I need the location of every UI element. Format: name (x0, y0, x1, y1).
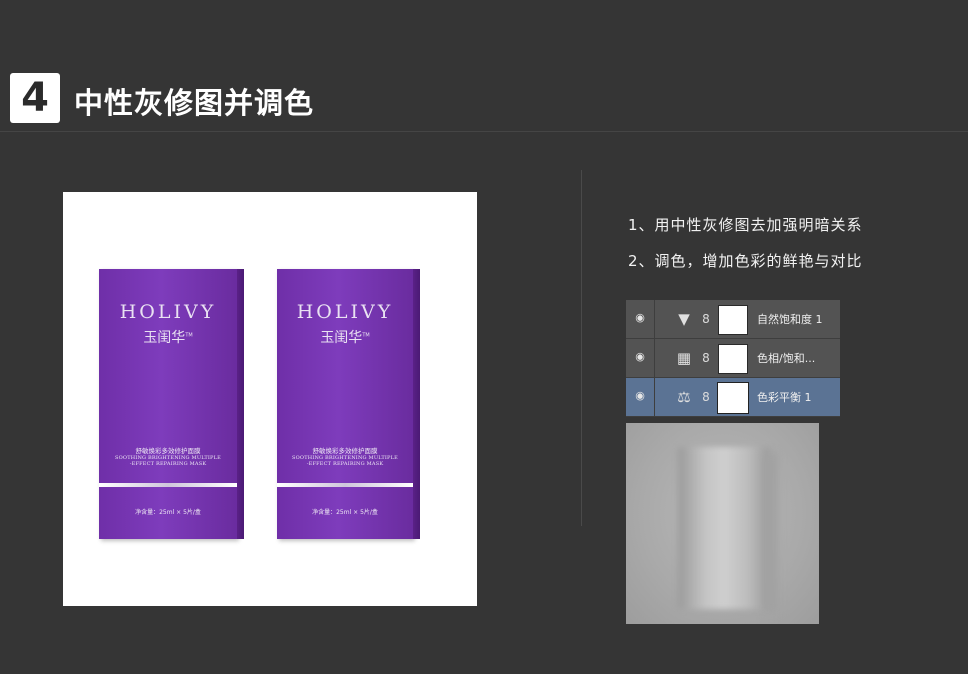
box-silver-stripe (277, 483, 413, 487)
vibrance-icon: ▼ (678, 310, 690, 328)
product-box-left: HOLIVY 玉闺华TM 舒敏焕彩多效修护面膜 SOOTHING BRIGHTE… (99, 269, 244, 539)
box-logo-cn: 玉闺华 (143, 330, 186, 346)
layer-vibrance[interactable]: ◉ ▼ 8 自然饱和度 1 (626, 300, 840, 339)
hue-saturation-icon: ▦ (676, 349, 692, 367)
box-product-name-en-2: -EFFECT REPAIRING MASK (306, 461, 384, 467)
link-icon[interactable]: 8 (700, 311, 712, 327)
product-photo: HOLIVY 玉闺华TM 舒敏焕彩多效修护面膜 SOOTHING BRIGHTE… (63, 192, 477, 606)
box-logo-cn: 玉闺华 (320, 330, 363, 346)
eye-icon[interactable]: ◉ (634, 390, 646, 402)
color-balance-icon: ⚖ (677, 388, 691, 406)
layer-name[interactable]: 色彩平衡 1 (757, 389, 812, 405)
box-logo-text: 玉闺华TM (99, 327, 237, 347)
box-logo-text: 玉闺华TM (277, 327, 413, 347)
step-number: 4 (21, 75, 49, 121)
box-net-content: 净含量：25ml × 5片/盒 (135, 509, 201, 516)
vertical-divider (581, 170, 582, 526)
eye-icon[interactable]: ◉ (634, 351, 646, 363)
box-product-name-cn: 舒敏焕彩多效修护面膜 (312, 447, 378, 455)
box-product-name-cn: 舒敏焕彩多效修护面膜 (135, 447, 201, 455)
box-silver-stripe (99, 483, 237, 487)
layer-name[interactable]: 自然饱和度 1 (757, 311, 823, 327)
note-2: 2、调色，增加色彩的鲜艳与对比 (628, 252, 863, 270)
layer-mask-thumbnail[interactable] (718, 344, 748, 374)
box-trademark: TM (362, 332, 370, 339)
box-net-content: 净含量：25ml × 5片/盒 (312, 509, 378, 516)
preview-box-side (764, 453, 778, 613)
box-brand: HOLIVY (296, 301, 394, 323)
product-box-side (413, 269, 420, 539)
product-box-right: HOLIVY 玉闺华TM 舒敏焕彩多效修护面膜 SOOTHING BRIGHTE… (277, 269, 420, 539)
layer-mask-thumbnail[interactable] (718, 305, 748, 335)
eye-icon[interactable]: ◉ (634, 312, 646, 324)
layer-name[interactable]: 色相/饱和... (757, 350, 815, 366)
box-product-name-en-2: -EFFECT REPAIRING MASK (129, 461, 207, 467)
box-brand: HOLIVY (119, 301, 217, 323)
note-1: 1、用中性灰修图去加强明暗关系 (628, 216, 863, 234)
neutral-gray-preview (626, 423, 819, 624)
link-icon[interactable]: 8 (700, 389, 712, 405)
header-divider (0, 131, 968, 132)
step-number-badge: 4 (10, 73, 60, 123)
layer-hue-saturation[interactable]: ◉ ▦ 8 色相/饱和... (626, 339, 840, 378)
layer-mask-thumbnail[interactable] (717, 382, 749, 414)
preview-box-shape (678, 447, 770, 609)
layer-color-balance[interactable]: ◉ ⚖ 8 色彩平衡 1 (626, 378, 840, 417)
box-trademark: TM (185, 332, 193, 339)
link-icon[interactable]: 8 (700, 350, 712, 366)
layers-panel: ◉ ▼ 8 自然饱和度 1 ◉ ▦ 8 色相/饱和... ◉ ⚖ 8 色彩平衡 … (626, 300, 840, 417)
page-title: 中性灰修图并调色 (74, 86, 315, 120)
product-box-side (237, 269, 244, 539)
